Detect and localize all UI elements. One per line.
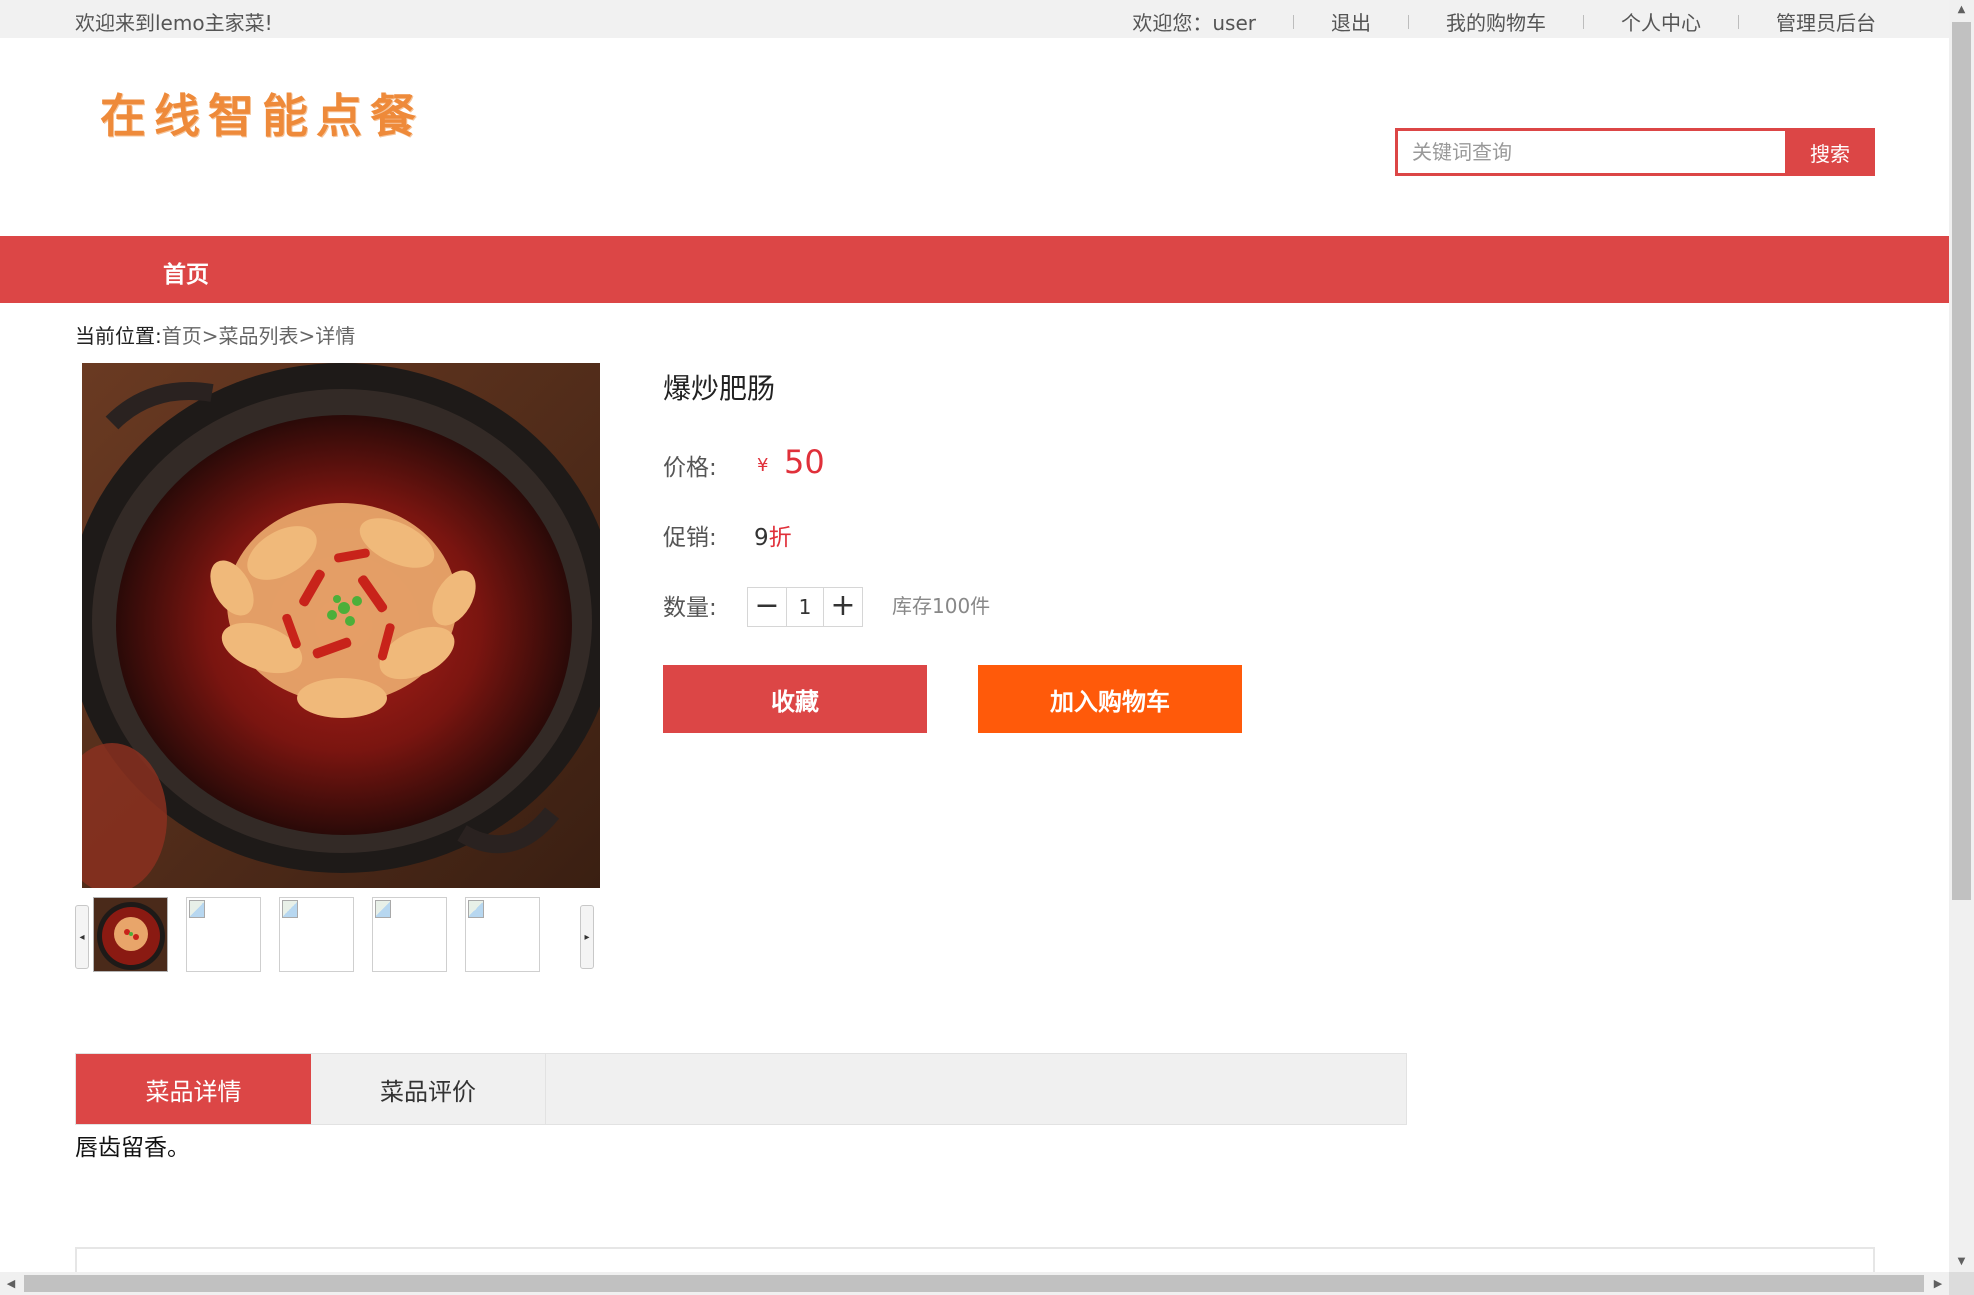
quantity-stepper: − 1 + xyxy=(747,587,863,627)
welcome-text: 欢迎来到lemo主家菜! xyxy=(75,11,273,35)
product-price: 50 xyxy=(784,443,825,481)
dish-photo xyxy=(82,363,600,888)
promo-label: 促销: xyxy=(663,525,717,551)
dish-description: 唇齿留香。 xyxy=(75,1135,190,1161)
admin-backend-link[interactable]: 管理员后台 xyxy=(1739,7,1876,36)
quantity-input[interactable]: 1 xyxy=(787,587,823,627)
scroll-up-arrow-icon[interactable]: ▲ xyxy=(1949,0,1974,20)
quantity-label: 数量: xyxy=(663,595,717,621)
horizontal-scroll-thumb[interactable] xyxy=(24,1275,1924,1292)
thumbnail-strip: ◂ ▸ xyxy=(75,897,595,973)
my-cart-link[interactable]: 我的购物车 xyxy=(1409,7,1583,36)
broken-image-icon xyxy=(282,900,298,918)
quantity-decrease-button[interactable]: − xyxy=(747,587,787,627)
broken-image-icon xyxy=(189,900,205,918)
add-to-cart-button[interactable]: 加入购物车 xyxy=(978,665,1242,733)
thumbnail-1[interactable] xyxy=(93,897,168,972)
scroll-left-arrow-icon[interactable]: ◀ xyxy=(0,1272,22,1295)
thumbnail-prev-arrow[interactable]: ◂ xyxy=(75,905,89,969)
nav-item-home[interactable]: 首页 xyxy=(163,255,209,289)
horizontal-scrollbar[interactable]: ◀ ▶ xyxy=(0,1272,1949,1295)
promo-discount-unit: 折 xyxy=(768,525,792,551)
search-bar: 搜索 xyxy=(1395,128,1875,176)
price-label: 价格: xyxy=(663,455,717,481)
logout-link[interactable]: 退出 xyxy=(1294,7,1408,36)
scrollbar-corner xyxy=(1949,1272,1974,1295)
favorite-button[interactable]: 收藏 xyxy=(663,665,927,733)
breadcrumb: 当前位置:首页>菜品列表>详情 xyxy=(75,320,355,349)
breadcrumb-separator: > xyxy=(201,324,219,348)
search-input[interactable] xyxy=(1395,128,1785,176)
tab-dish-details[interactable]: 菜品详情 xyxy=(76,1054,311,1124)
breadcrumb-current: 详情 xyxy=(315,324,356,348)
thumbnail-next-arrow[interactable]: ▸ xyxy=(580,905,594,969)
vertical-scroll-thumb[interactable] xyxy=(1952,22,1971,900)
broken-image-icon xyxy=(468,900,484,918)
detail-tabs: 菜品详情 菜品评价 xyxy=(75,1053,1407,1125)
thumbnail-3[interactable] xyxy=(279,897,354,972)
main-nav: 首页 xyxy=(0,236,1949,303)
search-button[interactable]: 搜索 xyxy=(1785,128,1875,176)
stock-text: 库存100件 xyxy=(892,594,991,618)
thumbnail-4[interactable] xyxy=(372,897,447,972)
site-logo[interactable]: 在线智能点餐 xyxy=(100,80,424,146)
product-main-image[interactable] xyxy=(82,363,600,888)
user-greeting: 欢迎您：user xyxy=(1132,11,1256,35)
breadcrumb-dish-list[interactable]: 菜品列表 xyxy=(219,324,299,348)
top-links: 欢迎您：user 退出 我的购物车 个人中心 管理员后台 xyxy=(1132,7,1876,36)
thumbnail-5[interactable] xyxy=(465,897,540,972)
site-header: 在线智能点餐 搜索 xyxy=(0,38,1949,236)
breadcrumb-prefix: 当前位置: xyxy=(75,324,162,348)
personal-center-link[interactable]: 个人中心 xyxy=(1584,7,1738,36)
scroll-down-arrow-icon[interactable]: ▼ xyxy=(1949,1252,1974,1272)
top-utility-bar: 欢迎来到lemo主家菜! 欢迎您：user 退出 我的购物车 个人中心 管理员后… xyxy=(0,0,1949,38)
thumbnail-2[interactable] xyxy=(186,897,261,972)
currency-symbol: ¥ xyxy=(757,455,769,476)
thumbnail-photo xyxy=(94,898,167,971)
broken-image-icon xyxy=(375,900,391,918)
breadcrumb-separator: > xyxy=(298,324,316,348)
promo-discount: 9 xyxy=(754,525,769,551)
scroll-right-arrow-icon[interactable]: ▶ xyxy=(1927,1272,1949,1295)
vertical-scrollbar[interactable]: ▲ ▼ xyxy=(1949,0,1974,1272)
product-name: 爆炒肥肠 xyxy=(663,372,776,405)
quantity-increase-button[interactable]: + xyxy=(823,587,863,627)
breadcrumb-home[interactable]: 首页 xyxy=(162,324,202,348)
tab-dish-reviews[interactable]: 菜品评价 xyxy=(311,1054,546,1124)
promo-value: 9折 xyxy=(754,518,792,552)
